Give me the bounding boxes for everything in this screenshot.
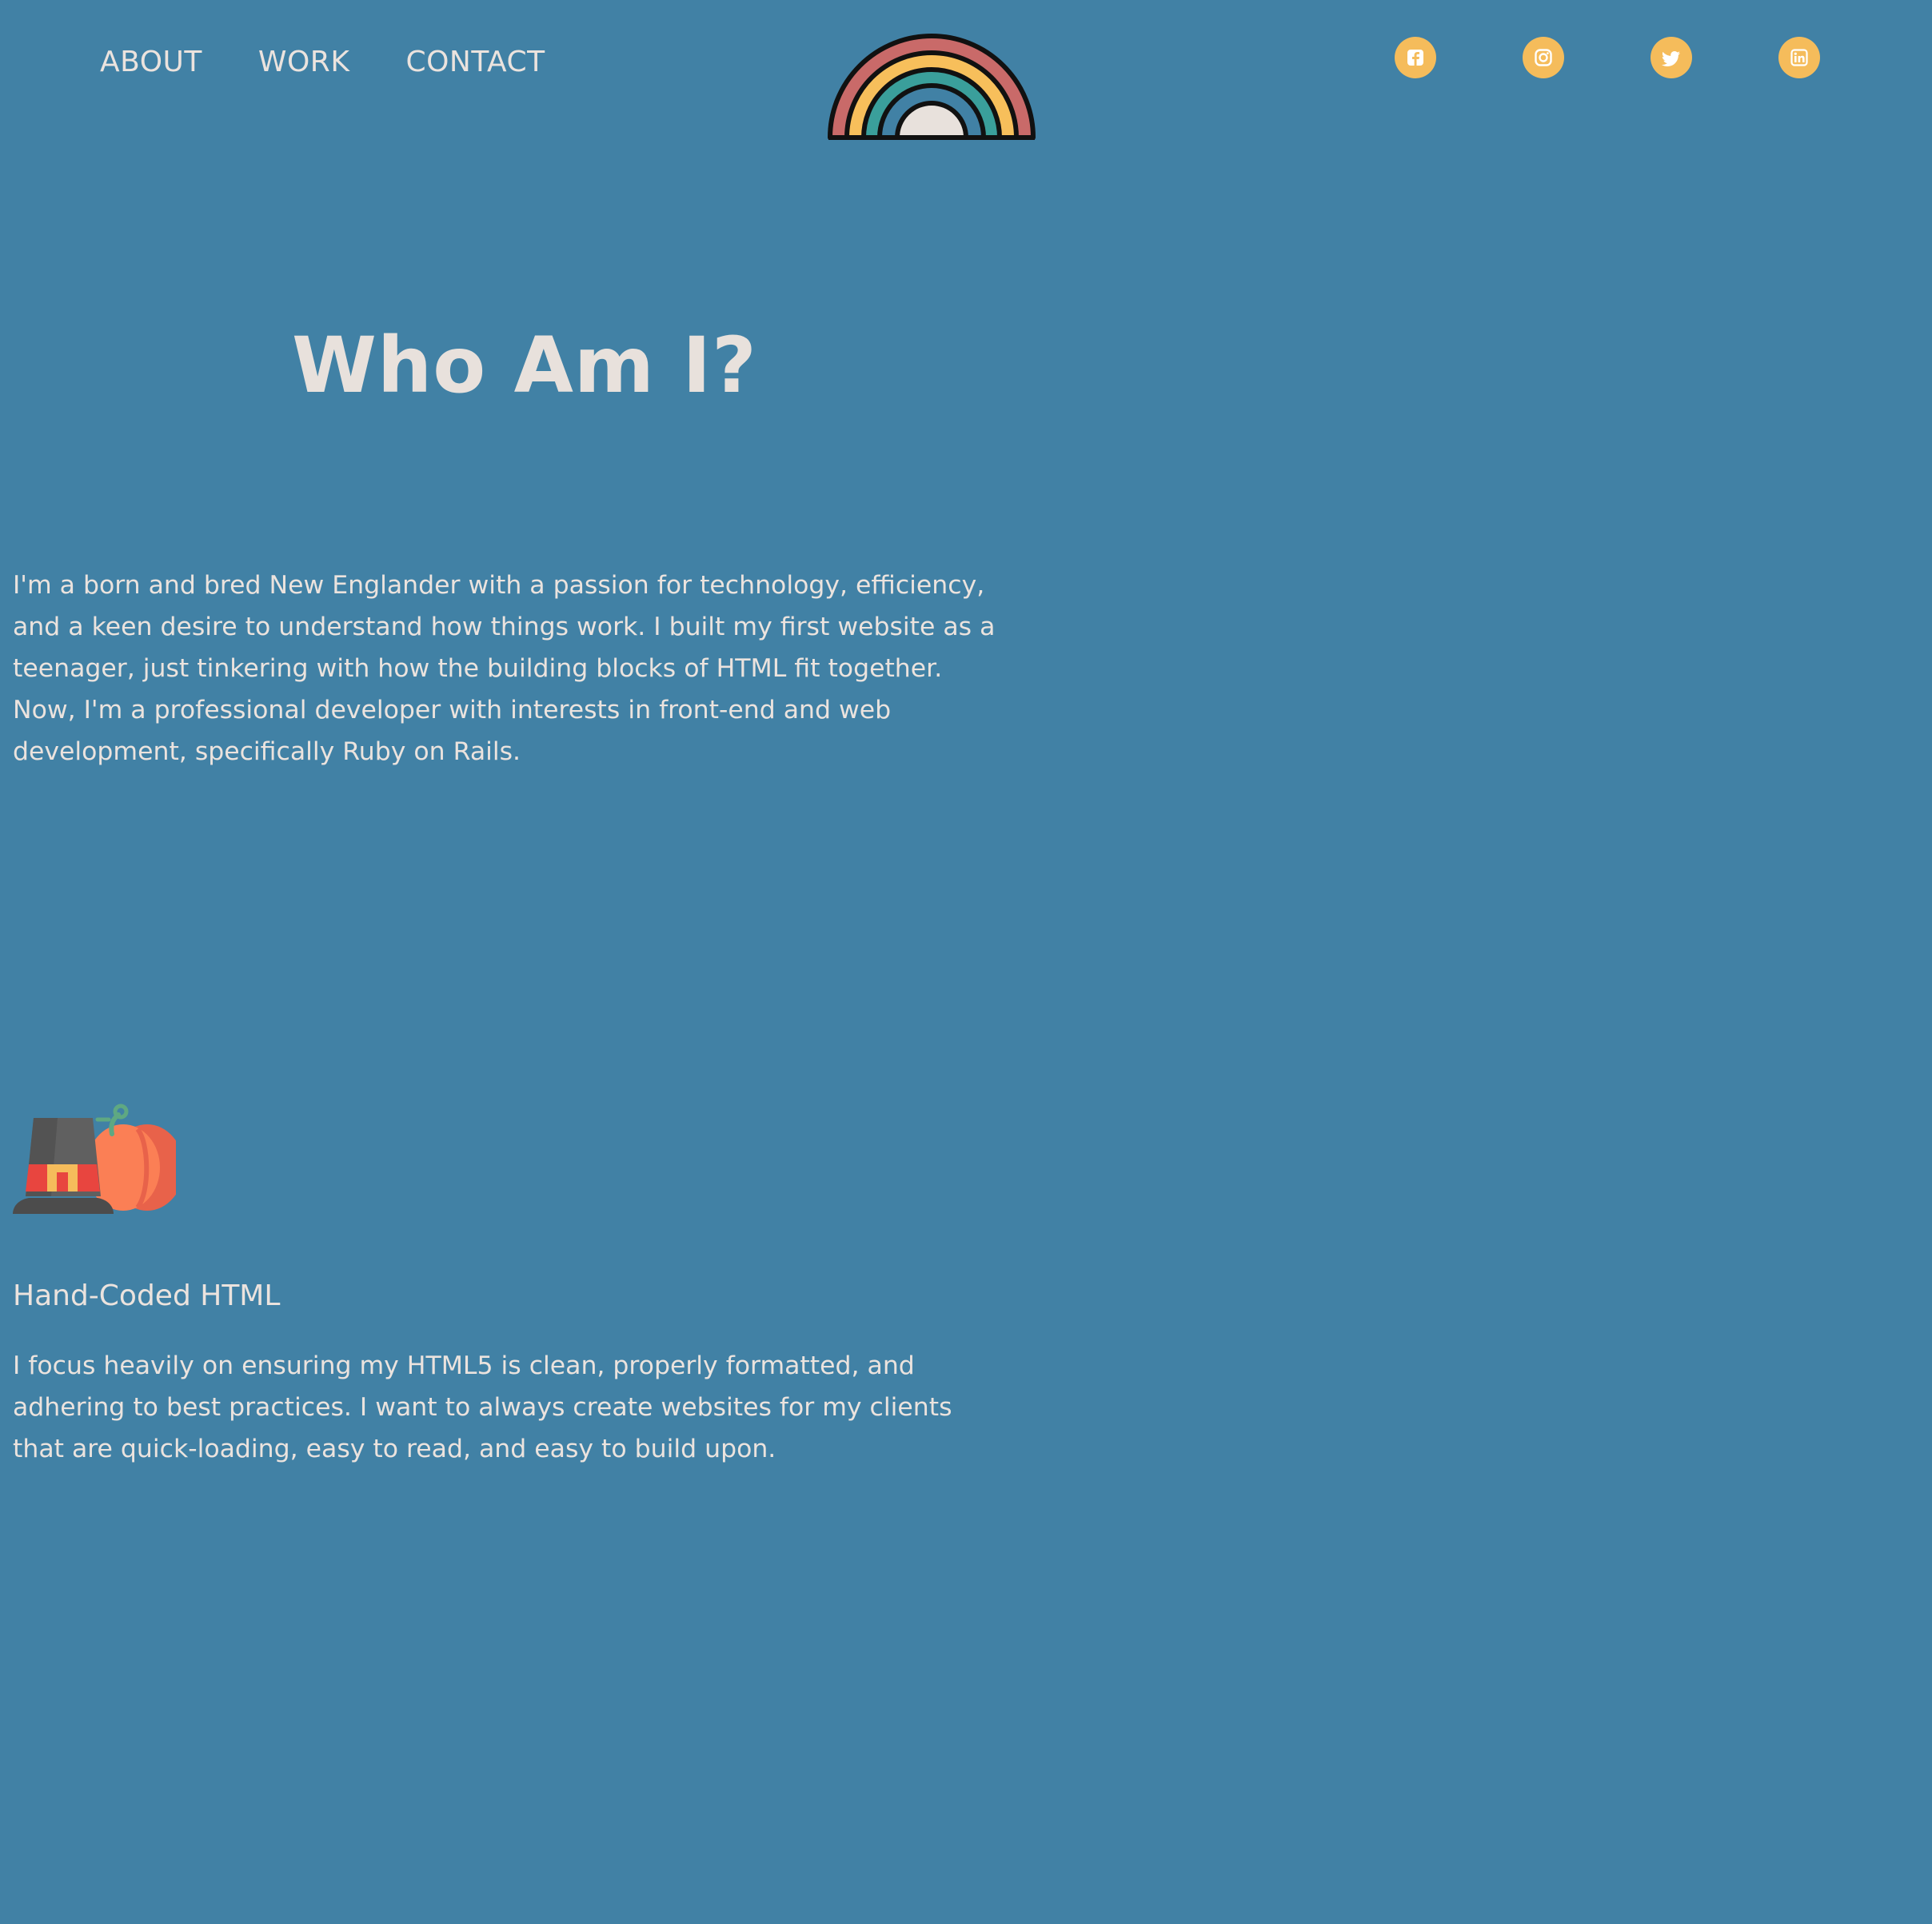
nav-about-link[interactable]: ABOUT xyxy=(100,42,202,83)
page-title: Who Am I? xyxy=(292,321,757,410)
main-nav: ABOUT WORK CONTACT xyxy=(100,42,545,83)
rainbow-icon[interactable] xyxy=(827,26,1036,141)
nav-contact-link[interactable]: CONTACT xyxy=(405,42,545,83)
facebook-icon[interactable] xyxy=(1395,37,1436,78)
pilgrim-hat-pumpkin-icon xyxy=(13,1104,176,1214)
social-links xyxy=(1395,37,1820,78)
intro-paragraph: I'm a born and bred New Englander with a… xyxy=(13,571,996,766)
feature-description: I focus heavily on ensuring my HTML5 is … xyxy=(13,1351,952,1463)
instagram-icon[interactable] xyxy=(1523,37,1564,78)
nav-work-link[interactable]: WORK xyxy=(258,42,350,83)
linkedin-icon[interactable] xyxy=(1778,37,1820,78)
twitter-icon[interactable] xyxy=(1651,37,1692,78)
feature-title: Hand-Coded HTML xyxy=(13,1279,281,1312)
